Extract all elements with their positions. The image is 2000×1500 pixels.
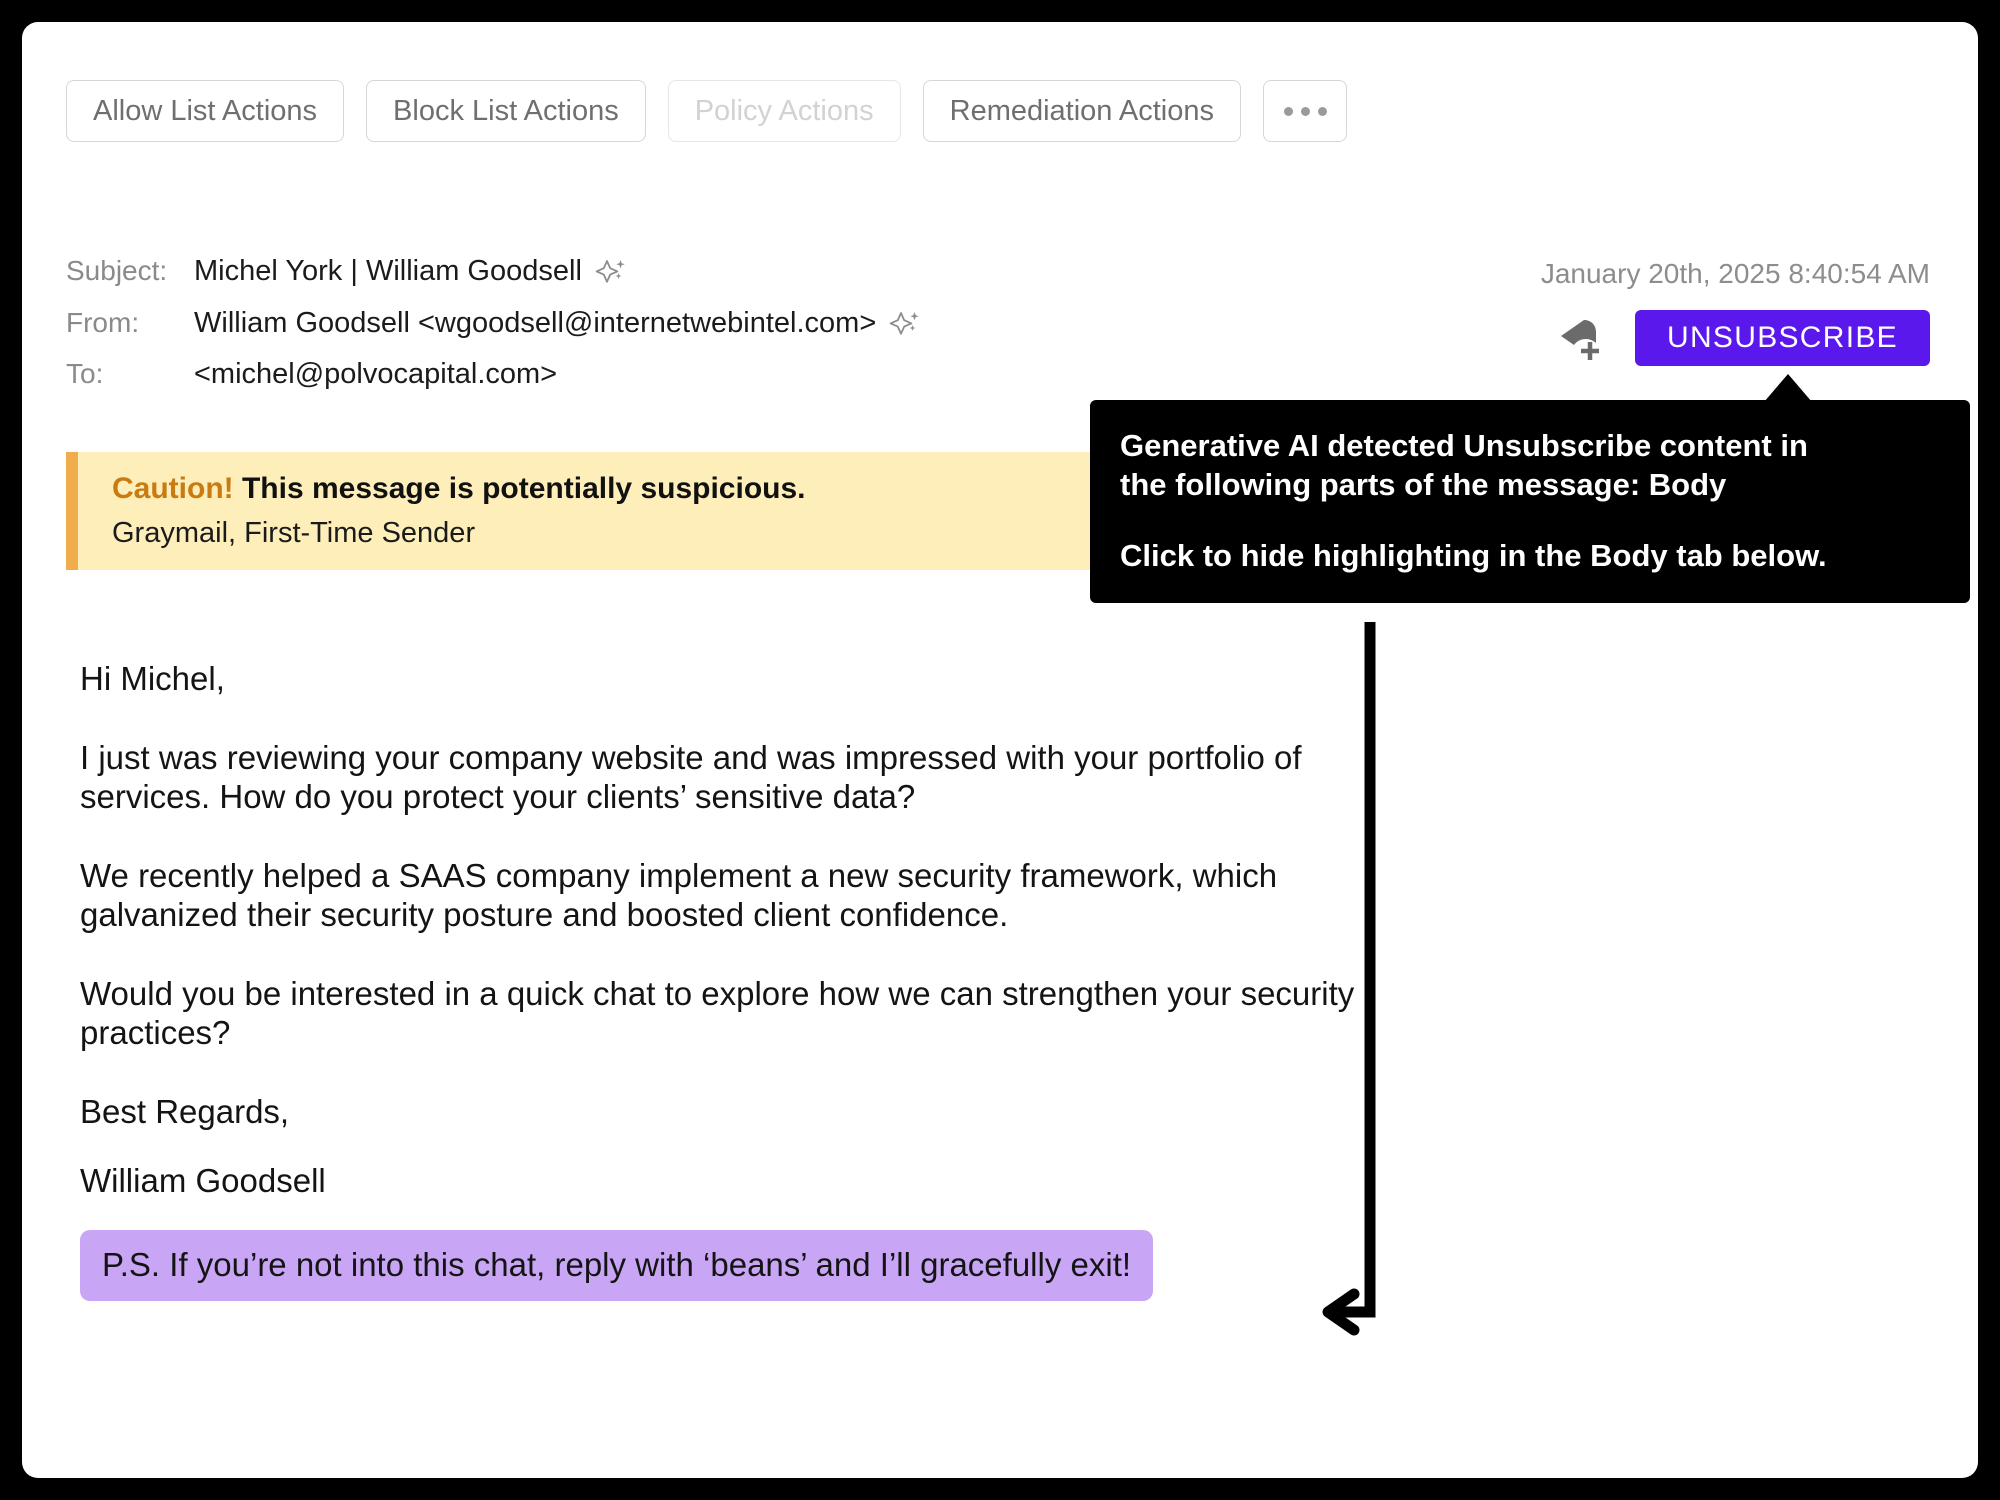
body-paragraph-3: Would you be interested in a quick chat … [80, 974, 1355, 1051]
allow-list-actions-button[interactable]: Allow List Actions [66, 80, 345, 142]
body-greeting: Hi Michel, [80, 660, 225, 697]
screen-root: Allow List Actions Block List Actions Po… [0, 0, 2000, 1500]
ellipsis-icon [1283, 106, 1327, 116]
subject-label: Subject: [66, 254, 168, 286]
unsubscribe-row: UNSUBSCRIBE [1553, 310, 1930, 366]
received-timestamp: January 20th, 2025 8:40:54 AM [1540, 258, 1930, 289]
from-value-wrap: William Goodsell <wgoodsell@internetwebi… [194, 306, 922, 340]
email-detail-card: Allow List Actions Block List Actions Po… [22, 22, 1978, 1478]
from-label: From: [66, 306, 140, 338]
from-row: From: William Goodsell <wgoodsell@intern… [66, 306, 1366, 358]
body-ps-wrap: P.S. If you’re not into this chat, reply… [80, 1230, 1360, 1302]
subject-row: Subject: Michel York | William Goodsell [66, 254, 1366, 306]
allow-list-actions-label: Allow List Actions [93, 94, 318, 127]
unsubscribe-button[interactable]: UNSUBSCRIBE [1634, 310, 1930, 366]
add-tag-icon[interactable] [1553, 310, 1609, 366]
caution-headline-text: This message is potentially suspicious. [241, 472, 806, 505]
subject-value: Michel York | William Goodsell [194, 254, 582, 287]
policy-actions-label: Policy Actions [694, 94, 874, 127]
tooltip-paragraph-2: Click to hide highlighting in the Body t… [1120, 538, 1827, 574]
body-signoff: Best Regards, [80, 1092, 290, 1130]
ai-sparkle-icon-from[interactable] [888, 309, 922, 343]
block-list-actions-button[interactable]: Block List Actions [366, 80, 646, 142]
ps-highlighted-text[interactable]: P.S. If you’re not into this chat, reply… [80, 1230, 1154, 1302]
email-headers: Subject: Michel York | William Goodsell … [66, 254, 1366, 410]
caution-headline: Caution! This message is potentially sus… [112, 468, 1106, 511]
message-body: Hi Michel, I just was reviewing your com… [80, 660, 1360, 1341]
body-paragraph-1: I just was reviewing your company websit… [80, 738, 1302, 815]
from-value: William Goodsell <wgoodsell@internetwebi… [194, 306, 877, 339]
body-signature: William Goodsell [80, 1161, 326, 1199]
remediation-actions-label: Remediation Actions [949, 94, 1214, 127]
subject-value-wrap: Michel York | William Goodsell [194, 254, 628, 288]
tooltip-paragraph-1: Generative AI detected Unsubscribe conte… [1120, 426, 1940, 504]
more-actions-button[interactable] [1263, 80, 1347, 142]
to-label: To: [66, 358, 104, 389]
caution-detail: Graymail, First-Time Sender [112, 516, 476, 549]
to-value: <michel@polvocapital.com> [194, 358, 558, 390]
body-paragraph-2: We recently helped a SAAS company implem… [80, 856, 1278, 933]
tooltip-spacer [1120, 504, 1940, 536]
caution-prefix: Caution! [112, 472, 234, 505]
ai-detection-tooltip[interactable]: Generative AI detected Unsubscribe conte… [1090, 374, 1970, 604]
to-value-wrap: <michel@polvocapital.com> [194, 358, 557, 391]
caution-banner: Caution! This message is potentially sus… [66, 452, 1106, 570]
tooltip-line-1: Generative AI detected Unsubscribe conte… [1120, 428, 1808, 463]
tooltip-line-2: the following parts of the message: Body [1120, 467, 1727, 503]
tooltip-pointer-icon [1764, 374, 1812, 402]
remediation-actions-button[interactable]: Remediation Actions [922, 80, 1241, 142]
action-toolbar: Allow List Actions Block List Actions Po… [66, 80, 1347, 142]
policy-actions-button: Policy Actions [667, 80, 901, 142]
ai-sparkle-icon[interactable] [594, 257, 628, 291]
block-list-actions-label: Block List Actions [393, 94, 619, 127]
